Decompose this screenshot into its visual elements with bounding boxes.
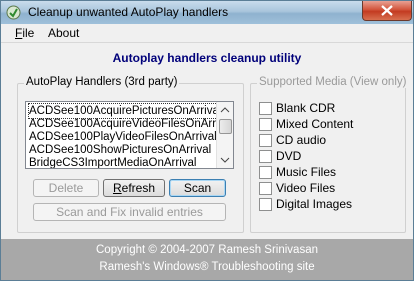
media-checkbox[interactable] [259,150,272,163]
menu-bar: File About [1,24,413,43]
media-checkbox-label: Mixed Content [276,117,354,131]
footer: Copyright © 2004-2007 Ramesh Srinivasan … [1,239,413,280]
media-checkbox[interactable] [259,182,272,195]
media-checkbox-label: Music Files [276,165,337,179]
title-bar[interactable]: Cleanup unwanted AutoPlay handlers [1,1,413,24]
handler-list-item[interactable]: ACDSee100AcquirePicturesOnArrival [27,103,223,119]
delete-button[interactable]: Delete [33,179,99,197]
app-window: Cleanup unwanted AutoPlay handlers File … [0,0,414,281]
scroll-thumb[interactable] [219,119,232,134]
media-checkbox-label: CD audio [276,133,327,147]
close-button[interactable] [362,1,412,21]
scan-button[interactable]: Scan [169,179,226,197]
scan-fix-button[interactable]: Scan and Fix invalid entries [33,203,226,221]
scroll-up-icon[interactable] [217,104,233,116]
footer-site-link[interactable]: Ramesh's Windows® Troubleshooting site [1,261,413,273]
media-checkbox[interactable] [259,134,272,147]
media-checkbox[interactable] [259,102,272,115]
media-group-title: Supported Media (View only) [257,76,409,88]
refresh-button[interactable]: Refresh [103,179,165,197]
handlers-group-title: AutoPlay Handlers (3rd party) [24,76,180,88]
window-title: Cleanup unwanted AutoPlay handlers [28,5,229,19]
media-checkbox-label: DVD [276,149,302,163]
media-checkbox-label: Video Files [276,181,336,195]
media-checkbox[interactable] [259,198,272,211]
menu-file[interactable]: File [15,26,34,40]
footer-copyright: Copyright © 2004-2007 Ramesh Srinivasan [96,244,318,256]
handler-list-item[interactable]: ACDSee100PlayVideoFilesOnArrival [29,130,217,144]
handler-list-item[interactable]: ACDSee100ShowPicturesOnArrival [29,143,211,157]
handler-list-item[interactable]: BridgeCS3ImportMediaOnArrival [29,156,196,168]
handlers-listbox[interactable]: ACDSee100AcquirePicturesOnArrival ACDSee1… [25,101,234,169]
page-title: Autoplay handlers cleanup utility [112,51,302,65]
app-icon [6,5,21,20]
media-checkbox[interactable] [259,118,272,131]
media-checkbox-label: Blank CDR [276,101,336,115]
close-icon [381,5,393,16]
menu-about[interactable]: About [48,26,79,40]
scrollbar[interactable] [216,102,233,168]
handler-list-item[interactable]: ACDSee100AcquireVideoFilesOnArrival [29,117,233,131]
scroll-down-icon[interactable] [217,154,233,166]
media-checkbox[interactable] [259,166,272,179]
media-checkbox-label: Digital Images [276,197,353,211]
